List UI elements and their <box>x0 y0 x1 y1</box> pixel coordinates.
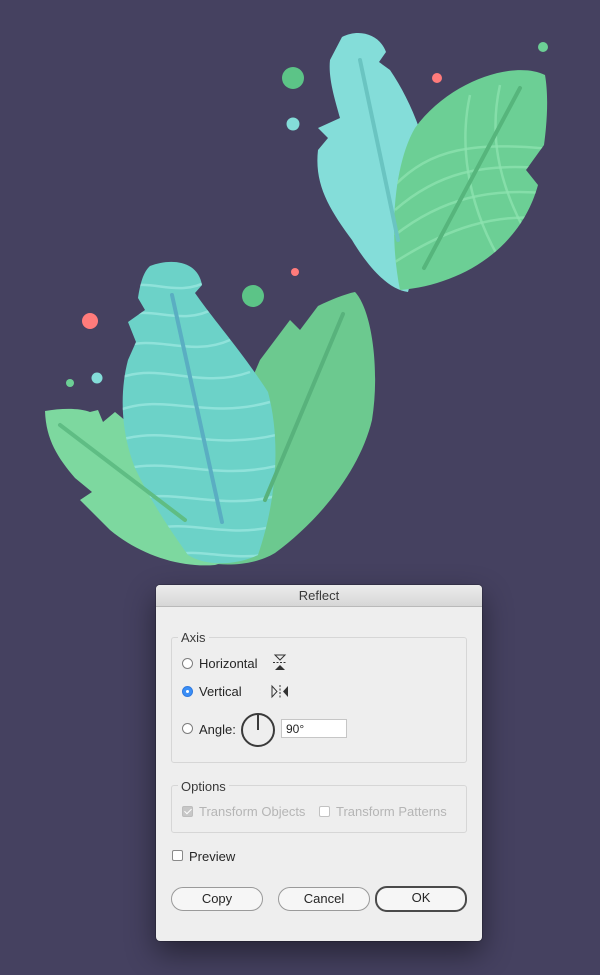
dialog-title[interactable]: Reflect <box>156 585 482 607</box>
transform-objects-label[interactable]: Transform Objects <box>199 804 305 819</box>
copy-button[interactable]: Copy <box>171 887 263 911</box>
preview-label[interactable]: Preview <box>189 849 235 864</box>
vertical-axis-icon <box>271 684 288 699</box>
reflect-dialog: Reflect Axis Horizontal Vertical Angle: … <box>156 585 482 941</box>
vertical-radio[interactable] <box>182 686 193 697</box>
options-group-label: Options <box>178 779 229 794</box>
preview-checkbox[interactable] <box>172 850 183 861</box>
angle-input[interactable] <box>281 719 347 738</box>
axis-group-label: Axis <box>178 630 209 645</box>
horizontal-radio[interactable] <box>182 658 193 669</box>
transform-patterns-label[interactable]: Transform Patterns <box>336 804 447 819</box>
transform-patterns-checkbox[interactable] <box>319 806 330 817</box>
angle-label[interactable]: Angle: <box>199 722 236 737</box>
horizontal-axis-icon <box>273 654 287 670</box>
horizontal-label[interactable]: Horizontal <box>199 656 258 671</box>
transform-objects-checkbox[interactable] <box>182 806 193 817</box>
angle-radio[interactable] <box>182 723 193 734</box>
angle-dial-icon[interactable] <box>240 712 276 748</box>
ok-button[interactable]: OK <box>375 886 467 912</box>
cancel-button[interactable]: Cancel <box>278 887 370 911</box>
vertical-label[interactable]: Vertical <box>199 684 242 699</box>
